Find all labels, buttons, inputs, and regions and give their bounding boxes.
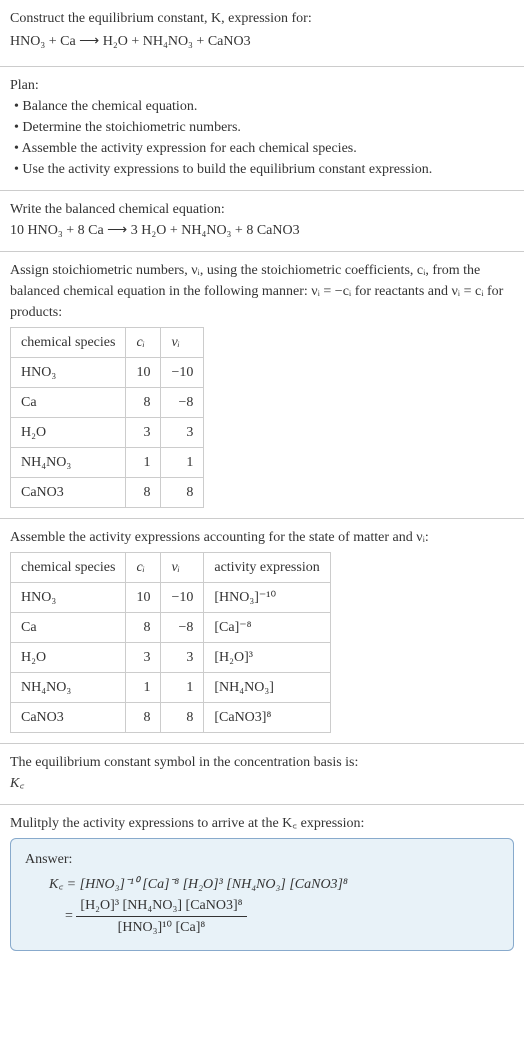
cell-ci: 10 <box>126 583 161 613</box>
assign-section: Assign stoichiometric numbers, νᵢ, using… <box>0 252 524 518</box>
fraction: [H₂O]³ [NH₄NO₃] [CaNO3]⁸ [HNO₃]¹⁰ [Ca]⁸ <box>76 895 246 938</box>
cell-vi: −10 <box>161 358 204 388</box>
table-header-row: chemical species cᵢ νᵢ activity expressi… <box>11 553 331 583</box>
cell-species: Ca <box>11 613 126 643</box>
plan-title: Plan: <box>10 75 514 96</box>
stoich-table: chemical species cᵢ νᵢ HNO₃10−10 Ca8−8 H… <box>10 327 204 508</box>
intro-line: Construct the equilibrium constant, K, e… <box>10 8 514 29</box>
cell-ci: 1 <box>126 673 161 703</box>
table-row: H₂O33[H₂O]³ <box>11 643 331 673</box>
answer-formula-line1: K꜀ = [HNO₃]⁻¹⁰ [Ca]⁻⁸ [H₂O]³ [NH₄NO₃] [C… <box>25 874 499 895</box>
col-activity: activity expression <box>204 553 330 583</box>
table-row: Ca8−8[Ca]⁻⁸ <box>11 613 331 643</box>
col-vi: νᵢ <box>161 553 204 583</box>
cell-ci: 10 <box>126 358 161 388</box>
balanced-equation: 10 HNO₃ + 8 Ca ⟶ 3 H₂O + NH₄NO₃ + 8 CaNO… <box>10 220 514 241</box>
intro-text: Construct the equilibrium constant, K, e… <box>10 11 312 26</box>
balanced-section: Write the balanced chemical equation: 10… <box>0 191 524 251</box>
table-row: CaNO388 <box>11 478 204 508</box>
cell-vi: 8 <box>161 478 204 508</box>
symbol-section: The equilibrium constant symbol in the c… <box>0 744 524 804</box>
cell-species: CaNO3 <box>11 478 126 508</box>
cell-species: CaNO3 <box>11 703 126 733</box>
plan-bullet-3: • Assemble the activity expression for e… <box>10 138 514 159</box>
fraction-denominator: [HNO₃]¹⁰ [Ca]⁸ <box>76 917 246 938</box>
cell-species: H₂O <box>11 643 126 673</box>
symbol-kc: K꜀ <box>10 773 514 794</box>
cell-vi: −8 <box>161 388 204 418</box>
table-header-row: chemical species cᵢ νᵢ <box>11 328 204 358</box>
assign-paragraph: Assign stoichiometric numbers, νᵢ, using… <box>10 260 514 323</box>
cell-vi: −10 <box>161 583 204 613</box>
cell-vi: −8 <box>161 613 204 643</box>
cell-ci: 3 <box>126 418 161 448</box>
cell-species: HNO₃ <box>11 583 126 613</box>
cell-vi: 1 <box>161 673 204 703</box>
balanced-title: Write the balanced chemical equation: <box>10 199 514 220</box>
symbol-paragraph: The equilibrium constant symbol in the c… <box>10 752 514 773</box>
multiply-section: Mulitply the activity expressions to arr… <box>0 805 524 961</box>
cell-vi: 1 <box>161 448 204 478</box>
answer-box: Answer: K꜀ = [HNO₃]⁻¹⁰ [Ca]⁻⁸ [H₂O]³ [NH… <box>10 838 514 951</box>
col-vi: νᵢ <box>161 328 204 358</box>
cell-ci: 8 <box>126 703 161 733</box>
intro-section: Construct the equilibrium constant, K, e… <box>0 0 524 66</box>
cell-ci: 8 <box>126 478 161 508</box>
table-row: CaNO388[CaNO3]⁸ <box>11 703 331 733</box>
multiply-paragraph: Mulitply the activity expressions to arr… <box>10 813 514 834</box>
cell-species: Ca <box>11 388 126 418</box>
plan-bullet-1: • Balance the chemical equation. <box>10 96 514 117</box>
cell-activity: [NH₄NO₃] <box>204 673 330 703</box>
col-ci: cᵢ <box>126 553 161 583</box>
col-species: chemical species <box>11 328 126 358</box>
answer-label: Answer: <box>25 849 499 870</box>
cell-activity: [H₂O]³ <box>204 643 330 673</box>
equals-sign: = <box>65 909 76 924</box>
cell-vi: 3 <box>161 418 204 448</box>
assemble-section: Assemble the activity expressions accoun… <box>0 519 524 743</box>
assemble-paragraph: Assemble the activity expressions accoun… <box>10 527 514 548</box>
activity-table: chemical species cᵢ νᵢ activity expressi… <box>10 552 331 733</box>
plan-bullet-4: • Use the activity expressions to build … <box>10 159 514 180</box>
table-row: H₂O33 <box>11 418 204 448</box>
cell-activity: [HNO₃]⁻¹⁰ <box>204 583 330 613</box>
plan-section: Plan: • Balance the chemical equation. •… <box>0 67 524 190</box>
cell-species: NH₄NO₃ <box>11 448 126 478</box>
table-row: Ca8−8 <box>11 388 204 418</box>
plan-bullet-2: • Determine the stoichiometric numbers. <box>10 117 514 138</box>
cell-vi: 8 <box>161 703 204 733</box>
cell-vi: 3 <box>161 643 204 673</box>
col-ci: cᵢ <box>126 328 161 358</box>
kc-line1: K꜀ = [HNO₃]⁻¹⁰ [Ca]⁻⁸ [H₂O]³ [NH₄NO₃] [C… <box>49 877 348 892</box>
cell-ci: 8 <box>126 613 161 643</box>
cell-ci: 1 <box>126 448 161 478</box>
cell-activity: [CaNO3]⁸ <box>204 703 330 733</box>
table-row: HNO₃10−10[HNO₃]⁻¹⁰ <box>11 583 331 613</box>
cell-activity: [Ca]⁻⁸ <box>204 613 330 643</box>
cell-ci: 3 <box>126 643 161 673</box>
answer-formula-line2: = [H₂O]³ [NH₄NO₃] [CaNO3]⁸ [HNO₃]¹⁰ [Ca]… <box>25 895 499 938</box>
col-species: chemical species <box>11 553 126 583</box>
fraction-numerator: [H₂O]³ [NH₄NO₃] [CaNO3]⁸ <box>76 895 246 917</box>
intro-equation: HNO₃ + Ca ⟶ H₂O + NH₄NO₃ + CaNO3 <box>10 31 514 52</box>
table-row: HNO₃10−10 <box>11 358 204 388</box>
table-row: NH₄NO₃11 <box>11 448 204 478</box>
cell-ci: 8 <box>126 388 161 418</box>
table-row: NH₄NO₃11[NH₄NO₃] <box>11 673 331 703</box>
cell-species: H₂O <box>11 418 126 448</box>
cell-species: NH₄NO₃ <box>11 673 126 703</box>
cell-species: HNO₃ <box>11 358 126 388</box>
